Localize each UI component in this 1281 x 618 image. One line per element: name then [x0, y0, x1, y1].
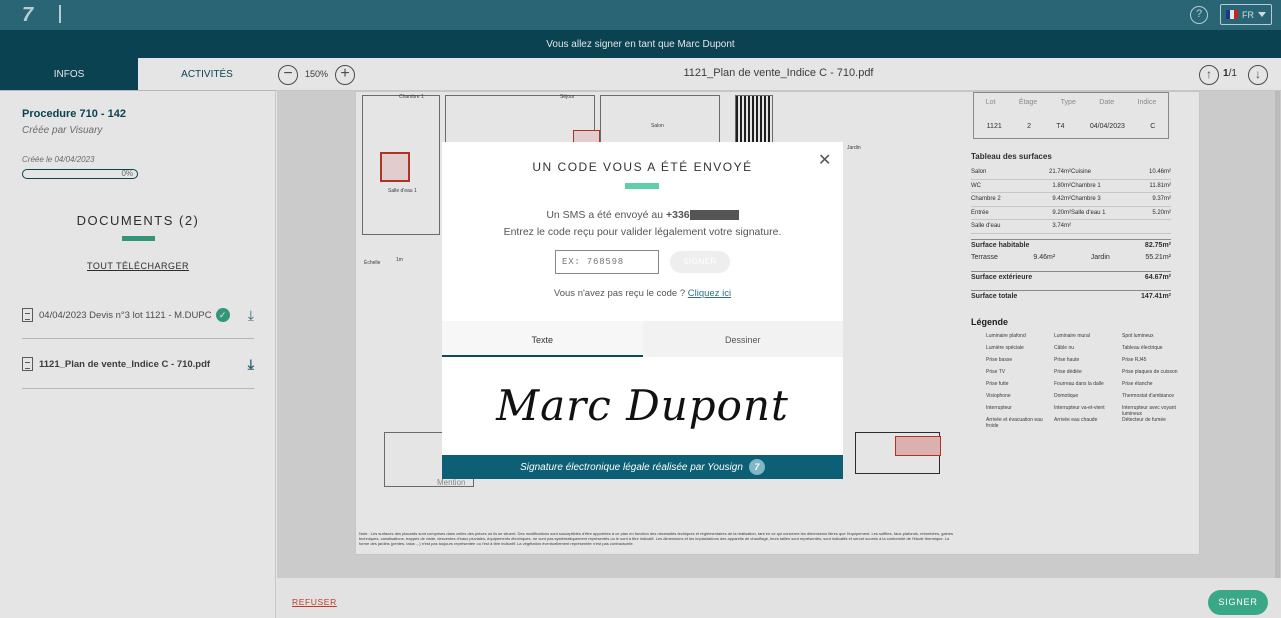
enter-code-text: Entrez le code reçu pour valider légalem… [503, 226, 782, 238]
masked-number [689, 210, 739, 221]
phone-number: +336 [666, 209, 690, 221]
tab-texte[interactable]: Texte [442, 321, 643, 357]
refuse-link[interactable]: REFUSER [292, 597, 337, 607]
resend-link[interactable]: Cliquez ici [688, 288, 731, 299]
signature-text: Marc Dupont [496, 381, 789, 430]
action-bar [277, 578, 1281, 618]
signature-area[interactable]: Marc Dupont [442, 357, 843, 455]
modal-title-underline [625, 183, 659, 189]
signature-tabs: Texte Dessiner [442, 321, 843, 357]
tab-dessiner[interactable]: Dessiner [643, 321, 844, 357]
sign-button[interactable]: SIGNER [1208, 590, 1268, 615]
sms-code-input[interactable] [555, 250, 659, 274]
resend-label: Vous n'avez pas reçu le code ? [553, 288, 686, 299]
sms-sent-text: Un SMS a été envoyé au +336 [442, 209, 843, 221]
resend-text: Vous n'avez pas reçu le code ? Cliquez i… [442, 288, 843, 299]
modal-footer: Signature électronique légale réalisée p… [442, 455, 843, 479]
modal-title: UN CODE VOUS A ÉTÉ ENVOYÉ [532, 160, 753, 174]
modal-sign-button[interactable]: SIGNER [670, 251, 730, 273]
footer-text: Signature électronique légale réalisée p… [520, 461, 743, 473]
sms-label: Un SMS a été envoyé au [546, 209, 664, 221]
yousign-logo-icon: 7 [748, 459, 765, 475]
